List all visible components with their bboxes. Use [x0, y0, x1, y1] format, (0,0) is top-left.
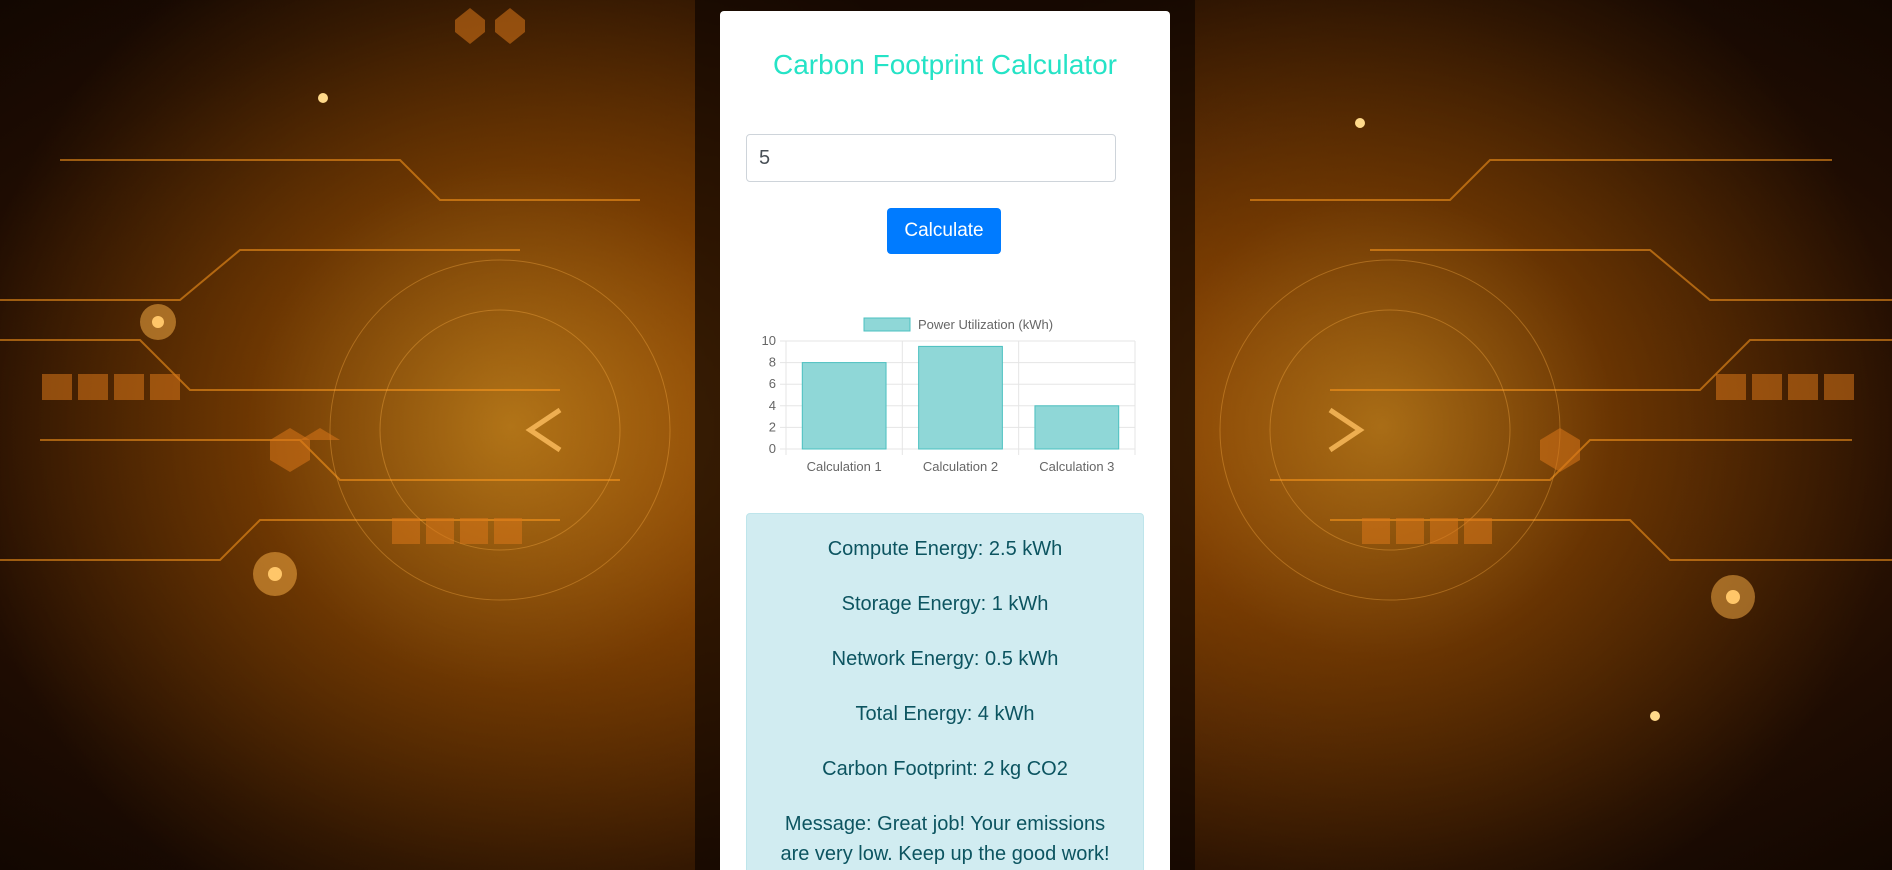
bar: [801, 362, 887, 450]
total-energy-text: Total Energy: 4 kWh: [855, 703, 1035, 725]
storage-energy-text: Storage Energy: 1 kWh: [841, 593, 1049, 615]
calculate-button[interactable]: Calculate: [887, 208, 1001, 254]
energy-input[interactable]: [746, 134, 1116, 182]
y-tick-label: 0: [769, 441, 776, 456]
results-panel: Compute Energy: 2.5 kWh Storage Energy: …: [746, 513, 1144, 870]
y-tick-label: 2: [769, 419, 776, 434]
legend-swatch: [863, 317, 911, 332]
y-tick-label: 4: [769, 398, 776, 413]
power-utilization-chart: Power Utilization (kWh) 0 2 4 6 8 10 Calculatio…: [740, 301, 1140, 491]
x-tick-label: Calculation 2: [923, 459, 998, 474]
y-tick-label: 10: [762, 333, 776, 348]
network-energy-text: Network Energy: 0.5 kWh: [831, 648, 1059, 670]
legend-label: Power Utilization (kWh): [918, 317, 1053, 332]
y-tick-label: 6: [769, 376, 776, 391]
result-message-text: Message: Great job! Your emissions are v…: [780, 813, 1110, 865]
y-tick-label: 8: [769, 355, 776, 370]
compute-energy-text: Compute Energy: 2.5 kWh: [827, 538, 1063, 560]
x-tick-label: Calculation 1: [807, 459, 882, 474]
page-title: Carbon Footprint Calculator: [773, 49, 1117, 80]
bar: [918, 345, 1003, 450]
carbon-footprint-text: Carbon Footprint: 2 kg CO2: [822, 758, 1068, 780]
bar: [1034, 405, 1120, 450]
x-tick-label: Calculation 3: [1039, 459, 1114, 474]
calculator-card: Carbon Footprint Calculator Calculate Po…: [720, 11, 1170, 870]
